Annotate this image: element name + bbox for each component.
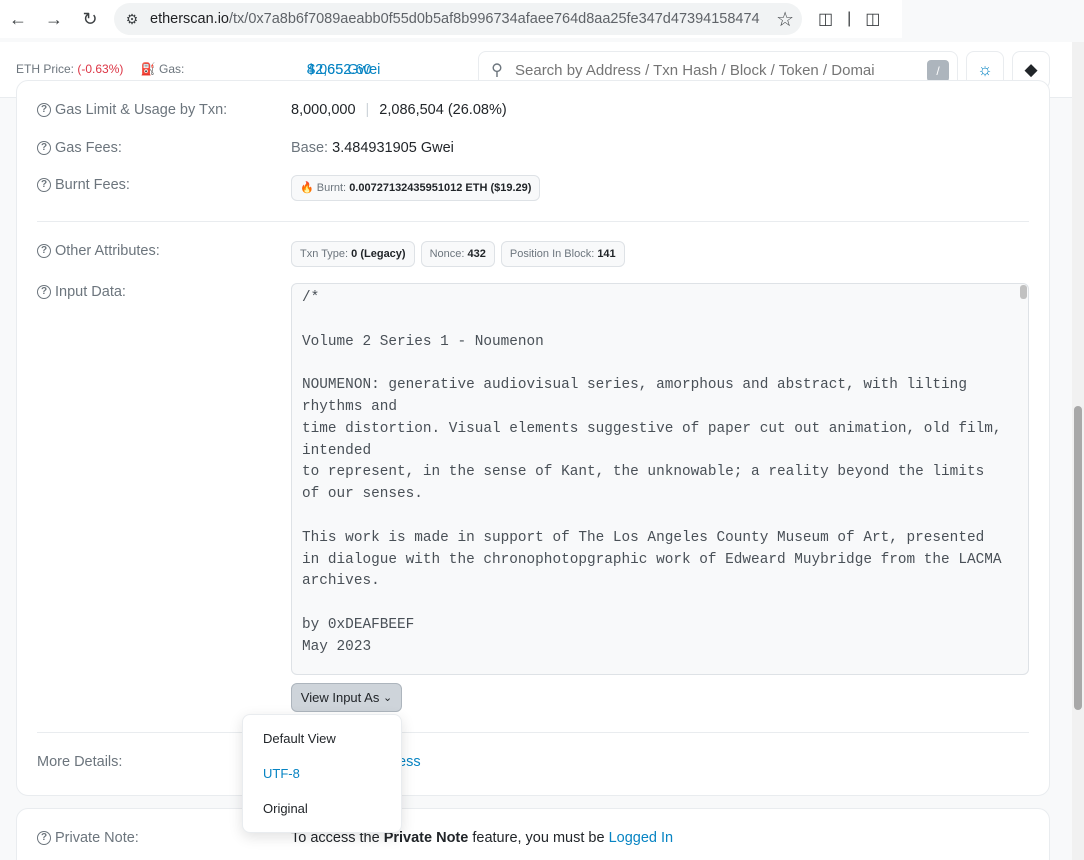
input-data-textarea[interactable]: /* Volume 2 Series 1 - Noumenon NOUMENON… bbox=[291, 283, 1029, 675]
gas-fees-label: ? Gas Fees: bbox=[37, 140, 122, 156]
more-details-label-text: More Details: bbox=[37, 754, 123, 770]
txn-type-label: Txn Type: bbox=[300, 248, 349, 260]
help-icon[interactable]: ? bbox=[37, 178, 51, 192]
burnt-fees-label-text: Burnt Fees: bbox=[55, 177, 130, 193]
search-shortcut-badge: / bbox=[927, 60, 949, 82]
forward-icon[interactable]: → bbox=[36, 0, 72, 38]
nonce-badge: Nonce: 432 bbox=[420, 241, 495, 267]
gas-fees-label-text: Gas Fees: bbox=[55, 140, 122, 156]
gas-value[interactable]: 4.065 Gwei bbox=[307, 62, 380, 78]
input-data-label-text: Input Data: bbox=[55, 284, 126, 300]
help-icon[interactable]: ? bbox=[37, 141, 51, 155]
side-panel-icon[interactable]: ◫ bbox=[865, 9, 880, 29]
dropdown-item-original[interactable]: Original bbox=[263, 801, 308, 816]
more-details-label: More Details: bbox=[37, 754, 122, 770]
section-divider bbox=[37, 732, 1029, 733]
burnt-fees-badge: 🔥 Burnt: 0.00727132435951012 ETH ($19.29… bbox=[291, 175, 541, 201]
position: 141 bbox=[597, 248, 616, 260]
nonce-label: Nonce: bbox=[429, 248, 465, 260]
help-icon[interactable]: ? bbox=[37, 244, 51, 258]
textarea-scrollbar[interactable] bbox=[1020, 285, 1027, 299]
gas-label: Gas: bbox=[159, 62, 185, 76]
private-note-label: ? Private Note: bbox=[37, 830, 139, 846]
gas-limit: 8,000,000 bbox=[291, 102, 356, 118]
other-attributes-label: ? Other Attributes: bbox=[37, 243, 160, 259]
search-input[interactable] bbox=[515, 61, 915, 79]
gas-fees-value: Base: 3.484931905 Gwei bbox=[291, 140, 454, 156]
nonce: 432 bbox=[467, 248, 486, 260]
input-data-label: ? Input Data: bbox=[37, 284, 126, 300]
search-icon: ⚲ bbox=[491, 62, 503, 79]
address-bar[interactable]: ⚙ etherscan.io/tx/0x7a8b6f7089aeabb0f55d… bbox=[114, 3, 802, 35]
private-note-mid: feature, you must be bbox=[472, 830, 605, 846]
help-icon[interactable]: ? bbox=[37, 831, 51, 845]
burnt-value: 0.00727132435951012 ETH ($19.29) bbox=[349, 182, 532, 194]
browser-actions: ◫ | ◫ bbox=[818, 0, 880, 38]
gas-limit-label: ? Gas Limit & Usage by Txn: bbox=[37, 102, 227, 118]
site-info-icon[interactable]: ⚙ bbox=[114, 11, 150, 28]
fire-icon: 🔥 bbox=[300, 182, 314, 194]
help-icon[interactable]: ? bbox=[37, 103, 51, 117]
chevron-down-icon: ⌄ bbox=[382, 692, 393, 704]
private-note-label-text: Private Note: bbox=[55, 830, 139, 846]
url-text[interactable]: etherscan.io/tx/0x7a8b6f7089aeabb0f55d0b… bbox=[150, 11, 762, 27]
gas-fees-base-label: Base: bbox=[291, 140, 329, 156]
reload-icon[interactable]: ↻ bbox=[72, 0, 108, 38]
dropdown-item-utf8[interactable]: UTF-8 bbox=[263, 766, 300, 781]
other-attributes-label-text: Other Attributes: bbox=[55, 243, 160, 259]
position-badge: Position In Block: 141 bbox=[500, 241, 625, 267]
other-attributes-value: Txn Type: 0 (Legacy) Nonce: 432 Position I… bbox=[291, 241, 631, 267]
extensions-icon[interactable]: ◫ bbox=[818, 9, 833, 29]
view-input-as-label: View Input As bbox=[300, 690, 380, 705]
dropdown-item-default-view[interactable]: Default View bbox=[263, 731, 336, 746]
gas-limit-label-text: Gas Limit & Usage by Txn: bbox=[55, 102, 228, 118]
eth-price-label: ETH Price: bbox=[16, 62, 75, 76]
gas-limit-value: 8,000,000 | 2,086,504 (26.08%) bbox=[291, 102, 507, 118]
ethereum-icon: ◆ bbox=[1024, 60, 1038, 79]
bookmark-star-icon[interactable]: ☆ bbox=[776, 7, 794, 32]
gas-divider: | bbox=[365, 102, 370, 118]
position-label: Position In Block: bbox=[509, 248, 595, 260]
sun-icon: ☼ bbox=[977, 60, 993, 79]
login-link[interactable]: Logged In bbox=[609, 830, 674, 846]
chrome-blank-area bbox=[902, 0, 1084, 38]
section-divider bbox=[37, 221, 1029, 222]
eth-price-change: (-0.63%) bbox=[77, 62, 124, 76]
scrollbar-thumb[interactable] bbox=[1074, 406, 1082, 710]
help-icon[interactable]: ? bbox=[37, 285, 51, 299]
burnt-fees-label: ? Burnt Fees: bbox=[37, 177, 130, 193]
back-icon[interactable]: ← bbox=[0, 0, 36, 38]
eth-price-ticker: ETH Price: $2,652.60 (-0.63%) ⛽ Gas: 4.0… bbox=[16, 62, 380, 78]
burnt-fees-value: 🔥 Burnt: 0.00727132435951012 ETH ($19.29… bbox=[291, 175, 546, 201]
gas-fees-base: 3.484931905 Gwei bbox=[332, 140, 454, 156]
input-data-text: /* Volume 2 Series 1 - Noumenon NOUMENON… bbox=[302, 290, 1002, 655]
txn-type-badge: Txn Type: 0 (Legacy) bbox=[291, 241, 415, 267]
page-scrollbar[interactable] bbox=[1072, 42, 1084, 860]
burnt-label: Burnt: bbox=[316, 182, 347, 194]
txn-type: 0 (Legacy) bbox=[351, 248, 406, 260]
gas-pump-icon: ⛽ bbox=[140, 62, 156, 76]
view-input-dropdown: Default View UTF-8 Original bbox=[242, 714, 402, 833]
toolbar-divider-icon: | bbox=[847, 10, 852, 27]
gas-usage: 2,086,504 (26.08%) bbox=[379, 102, 507, 118]
view-input-as-button[interactable]: View Input As ⌄ bbox=[291, 683, 402, 712]
